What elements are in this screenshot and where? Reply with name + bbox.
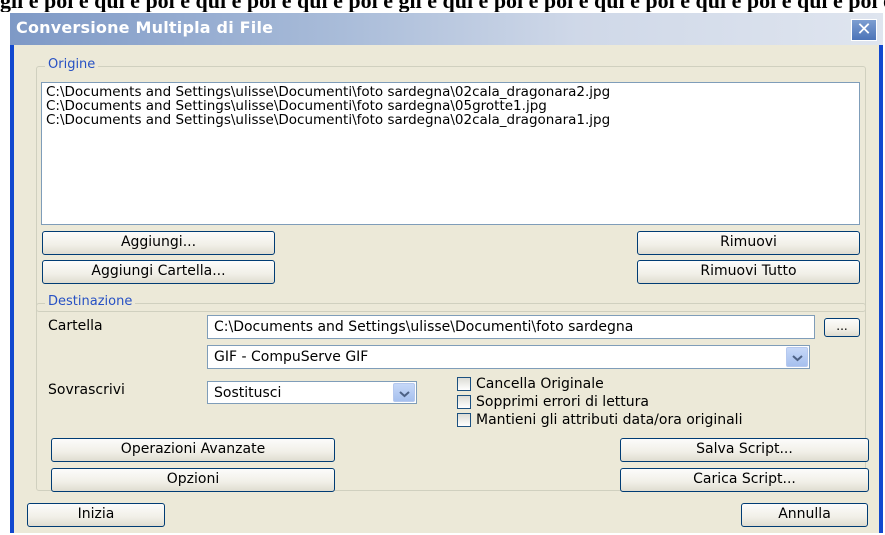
window-title: Conversione Multipla di File [16, 18, 274, 37]
destinazione-legend: Destinazione [45, 294, 136, 309]
dialog-window: Conversione Multipla di File ✕ Origine C… [10, 13, 883, 533]
keep-dates-checkbox[interactable]: Mantieni gli attributi data/ora original… [457, 412, 742, 428]
load-script-button-label: Carica Script... [693, 471, 796, 487]
destination-folder-field[interactable]: C:\Documents and Settings\ulisse\Documen… [207, 315, 815, 339]
remove-button-label: Rimuovi [720, 234, 777, 250]
format-select[interactable]: GIF - CompuServe GIF [207, 345, 810, 369]
checkbox-box[interactable] [457, 395, 471, 409]
browse-button[interactable]: ... [824, 318, 860, 337]
remove-button[interactable]: Rimuovi [637, 231, 860, 255]
origine-legend: Origine [45, 57, 99, 72]
start-button-label: Inizia [77, 506, 115, 522]
remove-all-button-label: Rimuovi Tutto [700, 263, 797, 279]
list-item[interactable]: C:\Documents and Settings\ulisse\Documen… [46, 99, 855, 113]
add-button[interactable]: Aggiungi... [42, 231, 275, 255]
close-icon: ✕ [856, 19, 872, 39]
header-strip-text: gli e poi e qui e poi e qui e poi e qui … [0, 0, 885, 12]
list-item[interactable]: C:\Documents and Settings\ulisse\Documen… [46, 113, 855, 127]
add-button-label: Aggiungi... [120, 234, 197, 250]
chevron-down-icon [792, 355, 803, 362]
remove-all-button[interactable]: Rimuovi Tutto [637, 260, 860, 284]
cropped-header-text: gli e poi e qui e poi e qui e poi e qui … [0, 0, 885, 12]
folder-label: Cartella [48, 318, 103, 334]
options-button-label: Opzioni [166, 471, 220, 487]
save-script-button[interactable]: Salva Script... [620, 438, 869, 462]
title-bar[interactable]: Conversione Multipla di File ✕ [10, 13, 883, 45]
checkbox-label: Mantieni gli attributi data/ora original… [476, 412, 743, 428]
checkbox-label: Sopprimi errori di lettura [476, 394, 649, 410]
overwrite-select-value: Sostitusci [214, 385, 282, 401]
source-file-list[interactable]: C:\Documents and Settings\ulisse\Documen… [41, 82, 860, 225]
dialog-client-area: Origine C:\Documents and Settings\ulisse… [14, 45, 879, 533]
start-button[interactable]: Inizia [27, 503, 165, 527]
checkbox-box[interactable] [457, 377, 471, 391]
save-script-button-label: Salva Script... [696, 441, 793, 457]
advanced-operations-button[interactable]: Operazioni Avanzate [51, 438, 335, 462]
delete-original-checkbox[interactable]: Cancella Originale [457, 376, 604, 392]
load-script-button[interactable]: Carica Script... [620, 468, 869, 492]
browse-button-label: ... [836, 319, 848, 333]
options-button[interactable]: Opzioni [51, 468, 335, 492]
checkbox-label: Cancella Originale [476, 376, 604, 392]
cancel-button-label: Annulla [778, 506, 831, 522]
overwrite-select[interactable]: Sostitusci [207, 381, 417, 404]
checkbox-box[interactable] [457, 413, 471, 427]
suppress-errors-checkbox[interactable]: Sopprimi errori di lettura [457, 394, 649, 410]
overwrite-label: Sovrascrivi [48, 382, 125, 398]
add-folder-button-label: Aggiungi Cartella... [91, 263, 226, 279]
add-folder-button[interactable]: Aggiungi Cartella... [42, 260, 275, 284]
dropdown-arrow[interactable] [786, 347, 808, 367]
close-button[interactable]: ✕ [851, 19, 877, 41]
chevron-down-icon [399, 391, 410, 398]
cancel-button[interactable]: Annulla [741, 503, 868, 527]
dropdown-arrow[interactable] [393, 383, 415, 402]
advanced-operations-button-label: Operazioni Avanzate [120, 441, 266, 457]
format-select-value: GIF - CompuServe GIF [214, 349, 369, 365]
list-item[interactable]: C:\Documents and Settings\ulisse\Documen… [46, 85, 855, 99]
